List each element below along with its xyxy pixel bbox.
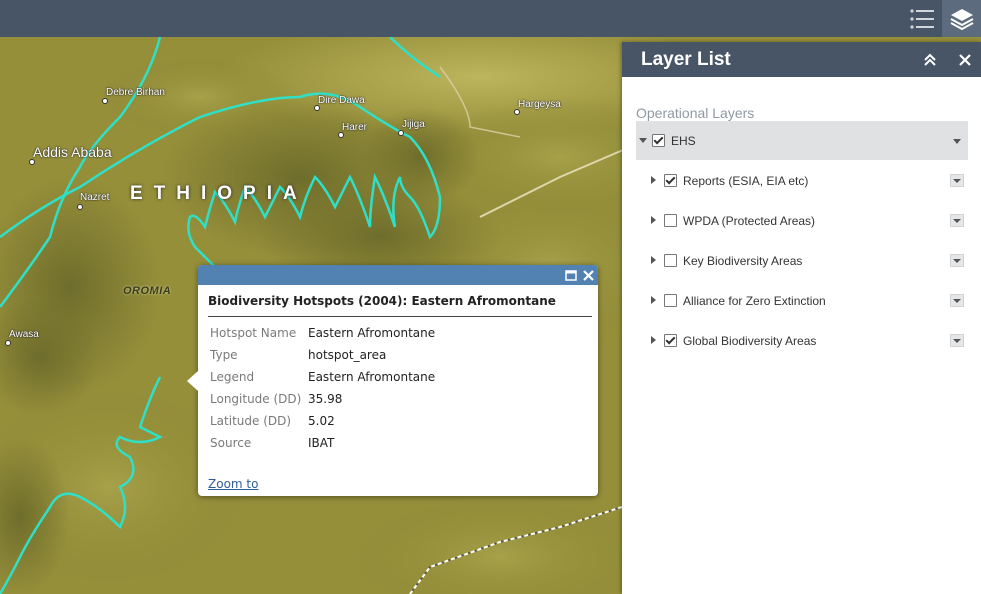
attribute-value: 5.02 <box>308 414 335 428</box>
attribute-value: IBAT <box>308 436 335 450</box>
layer-menu-button[interactable] <box>950 334 964 347</box>
layer-item[interactable]: Alliance for Zero Extinction <box>636 280 968 320</box>
layer-menu-button[interactable] <box>950 174 964 187</box>
expand-caret-icon[interactable] <box>651 296 656 304</box>
maximize-popup-button[interactable] <box>563 267 579 283</box>
layer-menu-button[interactable] <box>950 214 964 227</box>
expand-caret-icon[interactable] <box>651 256 656 264</box>
layer-checkbox[interactable] <box>664 214 677 227</box>
close-icon <box>959 54 971 66</box>
popup-pointer <box>187 371 198 391</box>
legend-list-icon <box>910 8 934 29</box>
layer-checkbox[interactable] <box>664 254 677 267</box>
popup-divider <box>208 316 592 317</box>
layer-item[interactable]: WPDA (Protected Areas) <box>636 200 968 240</box>
city-dot <box>398 130 404 136</box>
attribute-value: Eastern Afromontane <box>308 370 436 384</box>
layer-list-button[interactable] <box>942 0 981 37</box>
city-dot <box>102 98 108 104</box>
region-label: OROMIA <box>123 285 172 297</box>
attribute-name: Source <box>210 436 252 450</box>
layer-item[interactable]: Global Biodiversity Areas <box>636 320 968 360</box>
city-label: Debre Birhan <box>106 87 165 98</box>
layer-group-ehs[interactable]: EHS <box>636 121 968 160</box>
city-label: Dire Dawa <box>318 95 365 106</box>
zoom-to-link[interactable]: Zoom to <box>208 477 258 491</box>
app-header <box>0 0 981 37</box>
attribute-value: hotspot_area <box>308 348 387 362</box>
group-label: EHS <box>671 134 696 148</box>
layer-item[interactable]: Key Biodiversity Areas <box>636 240 968 280</box>
attribute-value: Eastern Afromontane <box>308 326 436 340</box>
attribute-name: Latitude (DD) <box>210 414 292 428</box>
legend-button[interactable] <box>902 0 942 37</box>
expand-caret-icon[interactable] <box>651 216 656 224</box>
layer-label: WPDA (Protected Areas) <box>683 214 816 228</box>
city-label: Harer <box>342 122 368 133</box>
close-icon <box>582 269 594 281</box>
city-label: Jijiga <box>402 119 425 130</box>
layer-item[interactable]: Reports (ESIA, EIA etc) <box>636 160 968 200</box>
layer-label: Alliance for Zero Extinction <box>683 294 826 308</box>
attribute-name: Legend <box>210 370 255 384</box>
city-dot <box>77 204 83 210</box>
panel-header: Layer List <box>622 42 981 77</box>
city-label: Hargeysa <box>518 99 561 110</box>
layer-menu-button[interactable] <box>950 294 964 307</box>
layer-label: Key Biodiversity Areas <box>683 254 803 268</box>
panel-title: Layer List <box>641 48 731 70</box>
close-panel-button[interactable] <box>955 50 975 70</box>
country-label: ETHIOPIA <box>130 183 308 204</box>
maximize-icon <box>565 269 577 281</box>
popup-title-bar <box>198 265 598 285</box>
expand-caret-icon[interactable] <box>651 176 656 184</box>
expand-caret-icon[interactable] <box>651 336 656 344</box>
layer-label: Global Biodiversity Areas <box>683 334 817 348</box>
close-popup-button[interactable] <box>580 267 596 283</box>
group-checkbox[interactable] <box>652 134 665 147</box>
layer-menu-button[interactable] <box>950 254 964 267</box>
attribute-value: 35.98 <box>308 392 343 406</box>
city-label: Awasa <box>9 329 39 340</box>
popup-title: Biodiversity Hotspots (2004): Eastern Af… <box>208 294 556 308</box>
operational-layers-label: Operational Layers <box>636 105 755 121</box>
attribute-name: Hotspot Name <box>210 326 297 340</box>
collapse-panel-button[interactable] <box>920 50 940 70</box>
layers-icon <box>950 8 974 30</box>
layer-list-panel: Layer List Operational Layers EHS Report… <box>622 42 981 594</box>
layer-checkbox[interactable] <box>664 334 677 347</box>
layer-label: Reports (ESIA, EIA etc) <box>683 174 809 188</box>
attribute-name: Longitude (DD) <box>210 392 302 406</box>
double-chevron-up-icon <box>924 53 936 66</box>
expand-caret-icon[interactable] <box>639 138 647 143</box>
layer-checkbox[interactable] <box>664 174 677 187</box>
attribute-name: Type <box>210 348 238 362</box>
city-dot <box>5 340 11 346</box>
city-label: Nazret <box>80 192 110 203</box>
layer-checkbox[interactable] <box>664 294 677 307</box>
city-label: Addis Ababa <box>33 144 112 160</box>
group-menu-caret-icon[interactable] <box>953 139 961 144</box>
feature-popup: Biodiversity Hotspots (2004): Eastern Af… <box>187 265 598 496</box>
